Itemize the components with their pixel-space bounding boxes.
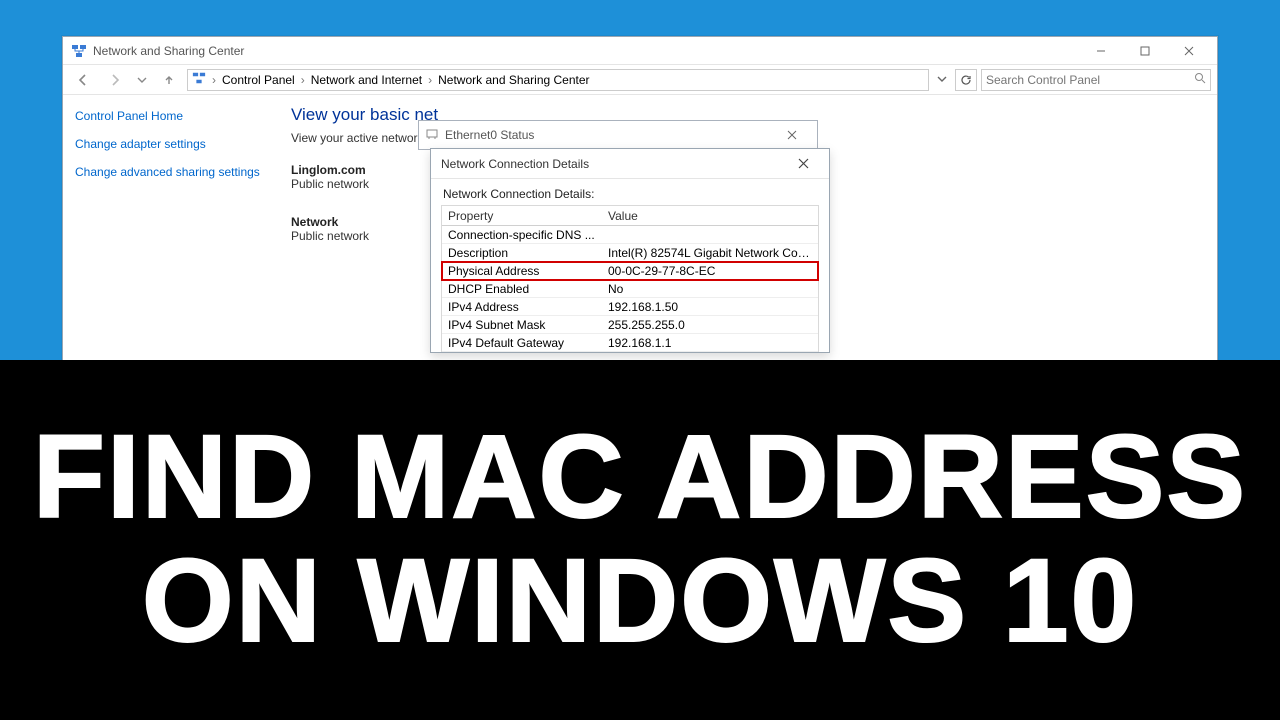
network-center-icon [192,71,206,88]
table-row[interactable]: IPv4 Subnet Mask255.255.255.0 [442,316,818,334]
cell-value: 192.168.1.1 [602,336,818,350]
banner-line-2: on Windows 10 [142,535,1138,667]
banner-text: Find MAC Address on Windows 10 [33,416,1247,664]
details-table: Property Value Connection-specific DNS .… [441,205,819,352]
ethernet-icon [425,127,439,144]
close-button[interactable] [783,150,823,178]
search-input[interactable] [986,73,1190,87]
table-row[interactable]: Physical Address00-0C-29-77-8C-EC [442,262,818,280]
chevron-right-icon: › [212,73,216,87]
dialog-title: Network Connection Details [441,157,589,171]
table-row[interactable]: DescriptionIntel(R) 82574L Gigabit Netwo… [442,244,818,262]
search-box[interactable] [981,69,1211,91]
sidebar-item-advanced-sharing[interactable]: Change advanced sharing settings [75,165,261,179]
cell-value: No [602,282,818,296]
address-dropdown[interactable] [933,73,951,87]
chevron-right-icon: › [428,73,432,87]
cell-value: Intel(R) 82574L Gigabit Network Connecti [602,246,818,260]
network-center-icon [71,43,87,59]
breadcrumb-item[interactable]: Control Panel [222,73,295,87]
window-title: Network and Sharing Center [93,44,244,58]
col-property: Property [442,209,602,223]
titlebar: Network and Sharing Center [63,37,1217,65]
refresh-button[interactable] [955,69,977,91]
chevron-right-icon: › [301,73,305,87]
close-button[interactable] [773,122,811,148]
table-row[interactable]: IPv4 Default Gateway192.168.1.1 [442,334,818,352]
breadcrumb[interactable]: › Control Panel › Network and Internet ›… [187,69,929,91]
sidebar-item-home[interactable]: Control Panel Home [75,109,261,123]
cell-value: 255.255.255.0 [602,318,818,332]
search-icon [1194,72,1206,87]
cell-value: 00-0C-29-77-8C-EC [602,264,818,278]
cell-property: IPv4 Address [442,300,602,314]
banner-line-1: Find MAC Address [33,411,1247,543]
cell-property: DHCP Enabled [442,282,602,296]
cell-property: Description [442,246,602,260]
close-button[interactable] [1167,37,1211,65]
nav-forward-button[interactable] [101,68,129,92]
nav-up-button[interactable] [155,68,183,92]
breadcrumb-item[interactable]: Network and Sharing Center [438,73,589,87]
ethernet-status-window: Ethernet0 Status [418,120,818,150]
cell-property: Physical Address [442,264,602,278]
nav-back-button[interactable] [69,68,97,92]
window-title: Ethernet0 Status [445,128,534,142]
nav-history-dropdown[interactable] [133,68,151,92]
dialog-caption: Network Connection Details: [431,179,829,205]
table-row[interactable]: IPv4 Address192.168.1.50 [442,298,818,316]
cell-property: IPv4 Default Gateway [442,336,602,350]
cell-property: IPv4 Subnet Mask [442,318,602,332]
table-row[interactable]: Connection-specific DNS ... [442,226,818,244]
maximize-button[interactable] [1123,37,1167,65]
table-header: Property Value [442,206,818,226]
minimize-button[interactable] [1079,37,1123,65]
nav-row: › Control Panel › Network and Internet ›… [63,65,1217,95]
cell-property: Connection-specific DNS ... [442,228,602,242]
breadcrumb-item[interactable]: Network and Internet [311,73,422,87]
title-banner: Find MAC Address on Windows 10 [0,360,1280,720]
table-row[interactable]: DHCP EnabledNo [442,280,818,298]
cell-value: 192.168.1.50 [602,300,818,314]
col-value: Value [602,209,818,223]
connection-details-dialog: Network Connection Details Network Conne… [430,148,830,353]
sidebar-item-adapter-settings[interactable]: Change adapter settings [75,137,261,151]
